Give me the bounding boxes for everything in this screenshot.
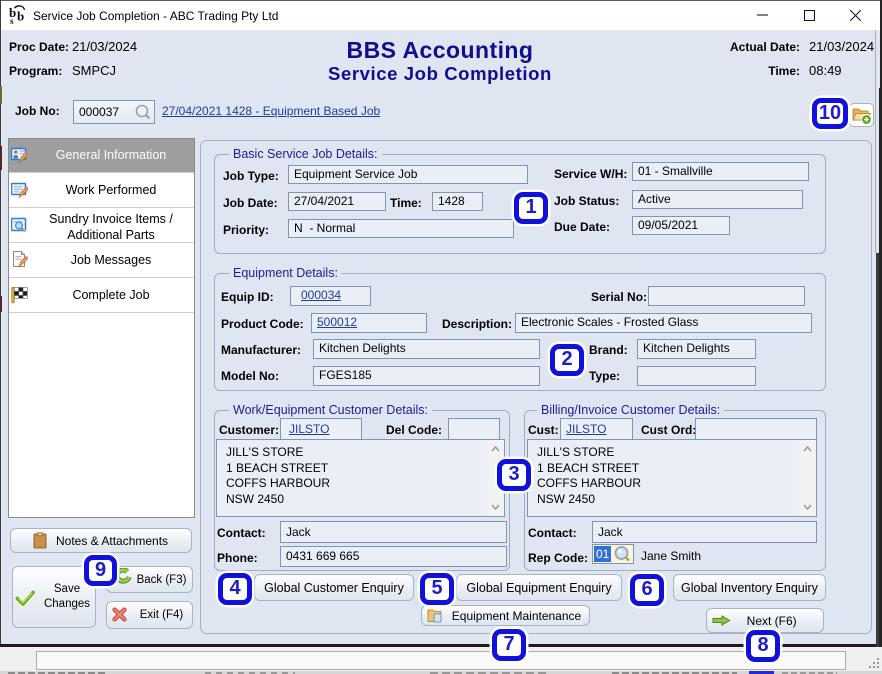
svg-text:s: s <box>10 16 14 24</box>
svg-text:b: b <box>17 9 24 24</box>
